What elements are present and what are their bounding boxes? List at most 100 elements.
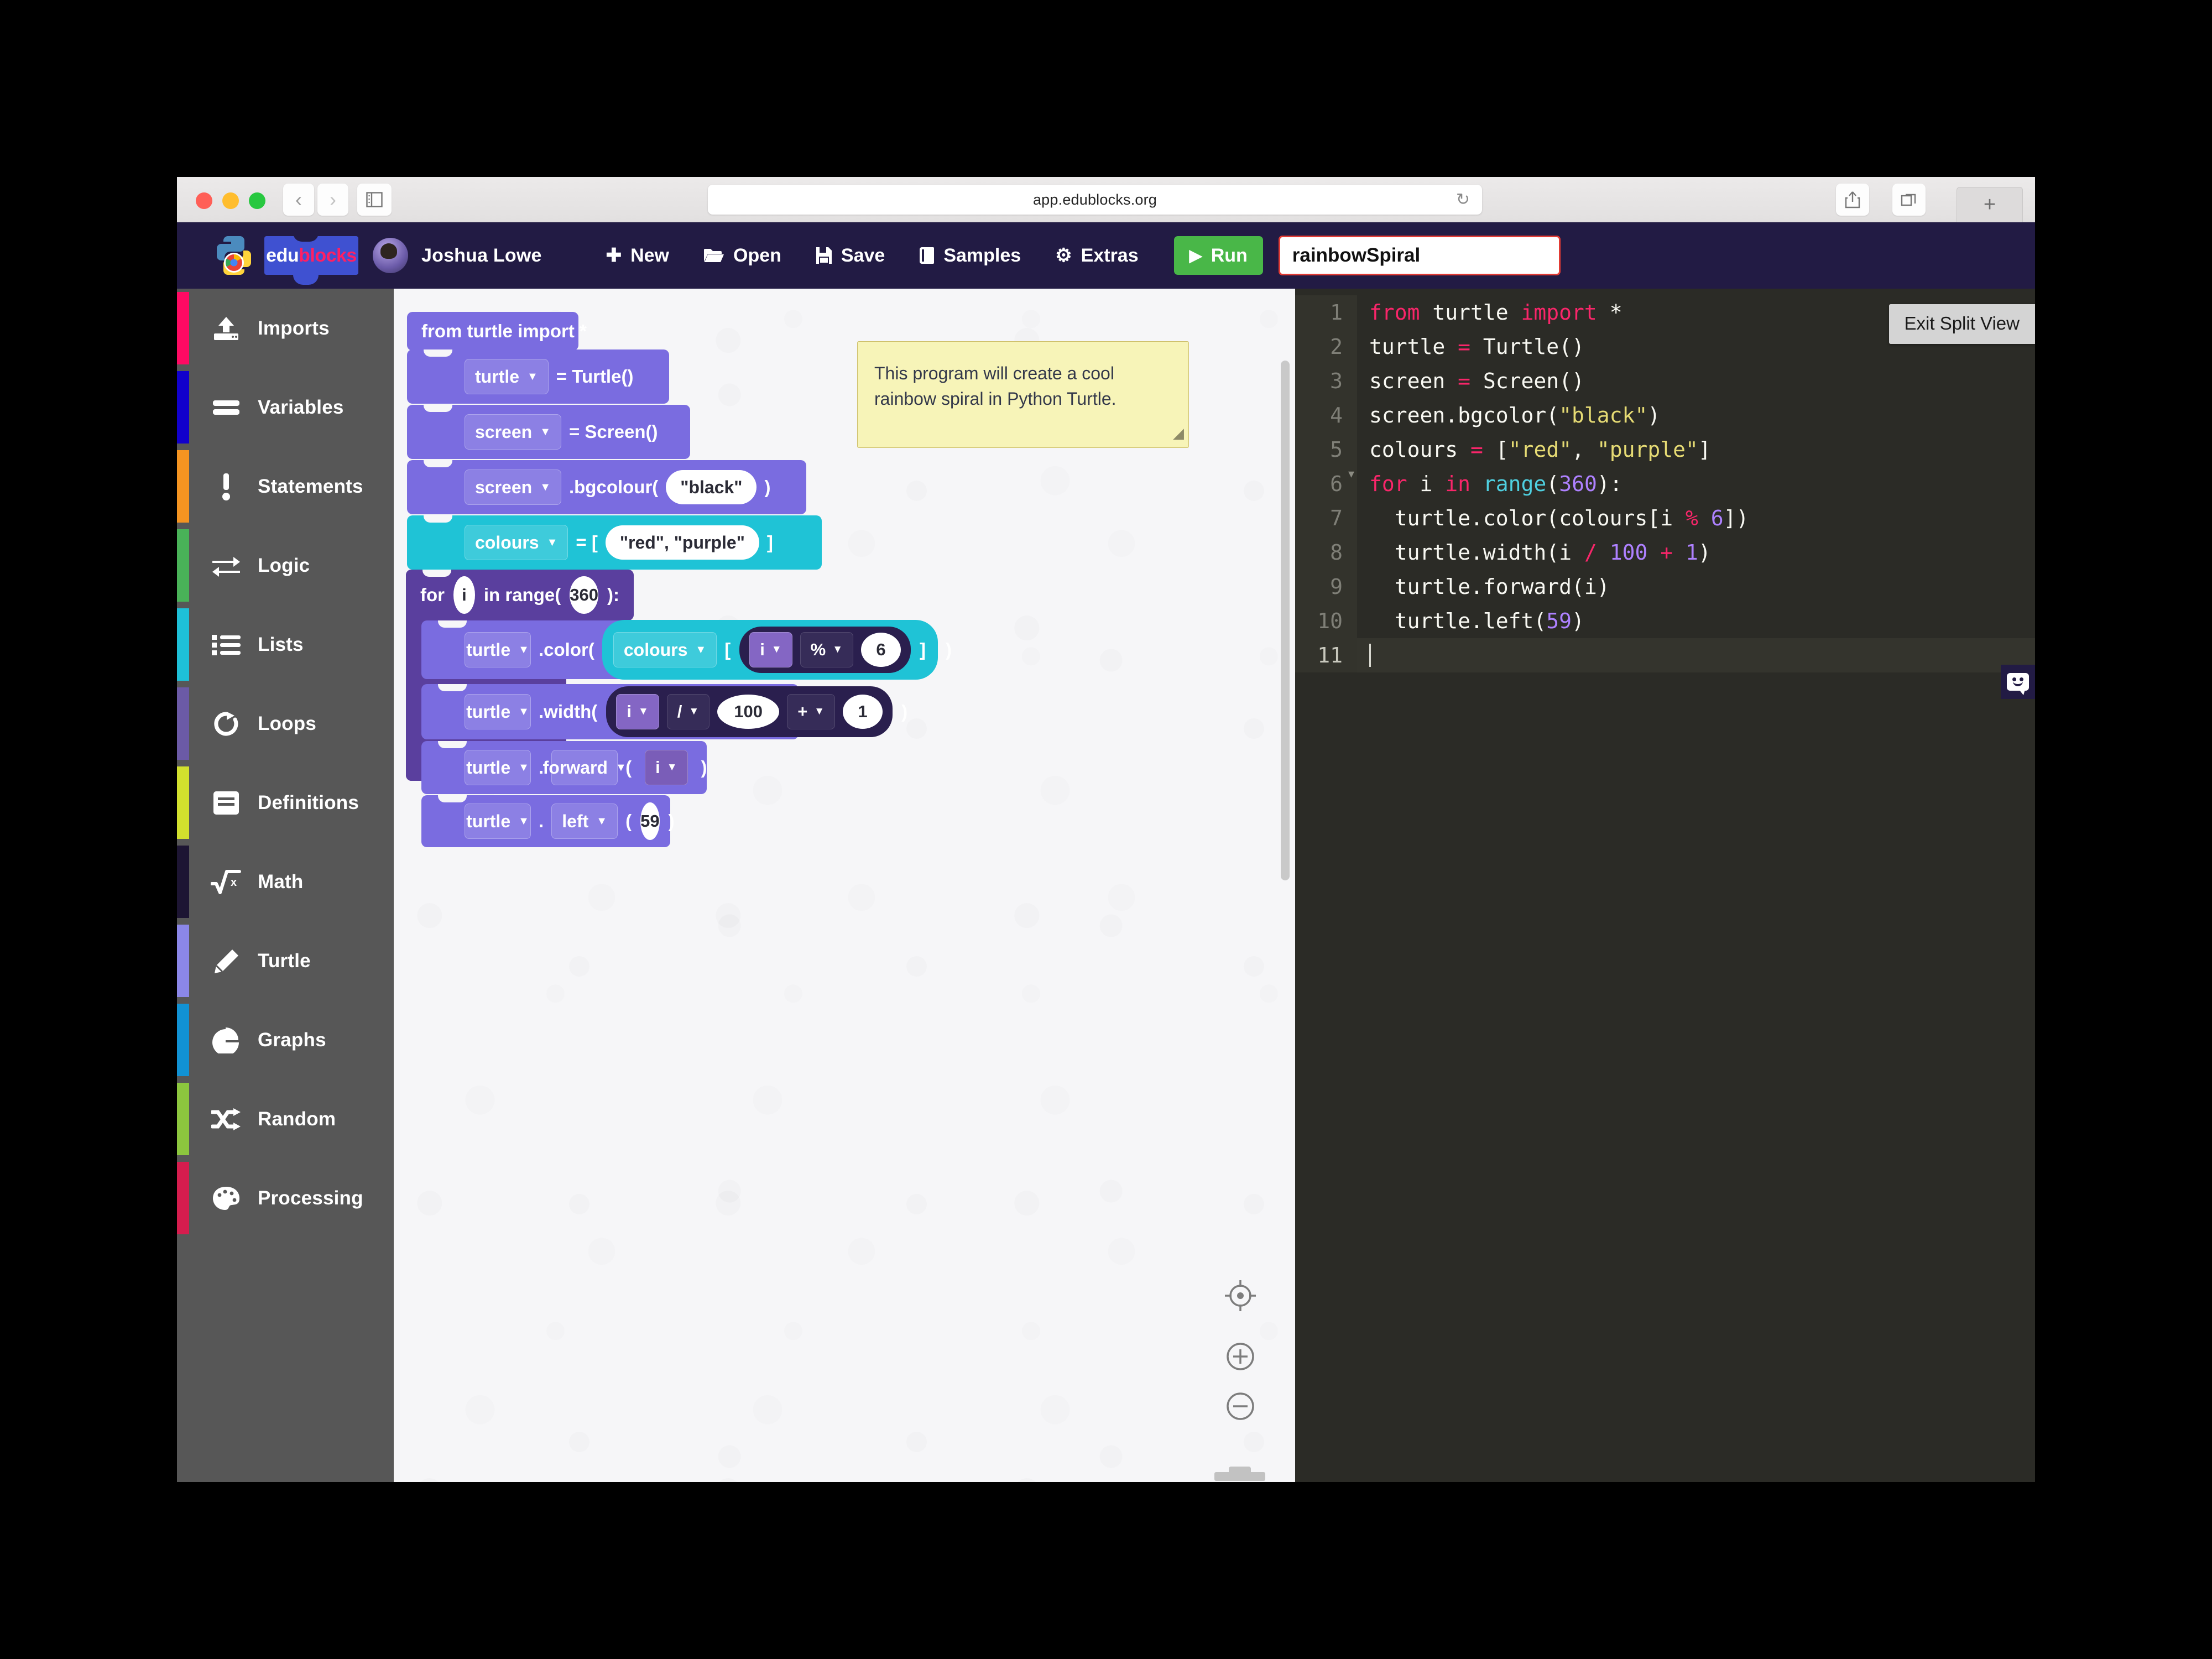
browser-new-tab-button[interactable]: + xyxy=(1957,187,2023,222)
width-math-expression[interactable]: i ▼ / ▼ 100 + ▼ 1 xyxy=(606,686,893,737)
variable-dropdown-screen[interactable]: screen ▼ xyxy=(465,414,561,450)
variable-dropdown-turtle[interactable]: turtle ▼ xyxy=(465,359,549,394)
block-turtle-left[interactable]: turtle ▼ . left ▼ ( 59 ) xyxy=(421,795,670,847)
line-number: 11 xyxy=(1295,638,1357,672)
comment-note[interactable]: This program will create a cool rainbow … xyxy=(857,341,1189,448)
object-name: turtle xyxy=(466,758,510,778)
method-dropdown-forward[interactable]: forward ▼ xyxy=(551,750,618,785)
code-line-active[interactable]: 11 xyxy=(1295,638,2035,672)
menu-item-extras[interactable]: ⚙ Extras xyxy=(1055,245,1138,267)
window-maximize-button[interactable] xyxy=(249,192,265,209)
width-operator-divide[interactable]: / ▼ xyxy=(667,694,709,729)
plus-symbol: + xyxy=(797,702,807,722)
block-turtle-forward[interactable]: turtle ▼ . forward ▼ ( i ▼ ) xyxy=(421,741,707,794)
sidebar-panel-icon xyxy=(366,192,383,207)
sidebar-item-imports[interactable]: Imports xyxy=(177,289,394,368)
avatar[interactable] xyxy=(373,238,408,273)
block-bgcolour[interactable]: screen ▼ .bgcolour( "black" ) xyxy=(407,460,806,514)
object-dropdown-turtle[interactable]: turtle ▼ xyxy=(465,632,531,667)
menu-item-samples[interactable]: Samples xyxy=(919,245,1021,267)
chevron-down-icon: ▼ xyxy=(638,706,649,718)
object-dropdown-turtle[interactable]: turtle ▼ xyxy=(465,804,531,839)
variable-dropdown-colours[interactable]: colours ▼ xyxy=(465,525,568,560)
modulo-number[interactable]: 6 xyxy=(861,633,901,667)
reload-icon[interactable]: ↻ xyxy=(1456,190,1470,210)
brand-zone[interactable]: edublocks Joshua Lowe xyxy=(211,232,542,279)
delete-blocks-trash[interactable] xyxy=(1211,1461,1269,1482)
width-number-1[interactable]: 1 xyxy=(843,695,883,729)
block-turtle-width[interactable]: turtle ▼ .width( i ▼ / ▼ 100 + xyxy=(421,684,799,739)
object-dropdown-turtle[interactable]: turtle ▼ xyxy=(465,694,531,729)
chat-support-button[interactable] xyxy=(2001,665,2035,699)
width-variable[interactable]: i ▼ xyxy=(616,694,659,729)
sidebar-item-graphs[interactable]: Graphs xyxy=(177,1000,394,1079)
block-import[interactable]: from turtle import * xyxy=(407,312,578,351)
sidebar-item-random[interactable]: Random xyxy=(177,1079,394,1159)
menu-item-new[interactable]: ✚ New xyxy=(606,245,669,267)
forward-argument-name: i xyxy=(655,758,660,778)
for-loop-variable[interactable]: i xyxy=(453,576,475,614)
object-dropdown-turtle[interactable]: turtle ▼ xyxy=(465,750,531,785)
browser-sidebar-button[interactable] xyxy=(357,184,392,216)
modulo-expression[interactable]: i ▼ % ▼ 6 xyxy=(739,627,911,673)
colours-value-input[interactable]: "red", "purple" xyxy=(606,525,759,560)
sidebar-item-processing[interactable]: Processing xyxy=(177,1159,394,1238)
blocks-canvas[interactable]: This program will create a cool rainbow … xyxy=(394,289,1295,1482)
filename-input[interactable]: rainbowSpiral xyxy=(1279,236,1561,275)
address-bar[interactable]: app.edublocks.org ↻ xyxy=(708,185,1482,215)
sidebar-item-statements[interactable]: Statements xyxy=(177,447,394,526)
sidebar-item-definitions[interactable]: Definitions xyxy=(177,763,394,842)
forward-argument-capsule[interactable]: i ▼ xyxy=(640,747,692,788)
block-screen-assign[interactable]: screen ▼ = Screen() xyxy=(407,405,690,459)
sidebar-item-turtle[interactable]: Turtle xyxy=(177,921,394,1000)
canvas-scrollbar[interactable] xyxy=(1281,361,1290,880)
run-button[interactable]: ▶ Run xyxy=(1174,236,1263,275)
browser-share-button[interactable] xyxy=(1836,184,1869,216)
window-close-button[interactable] xyxy=(196,192,212,209)
filename-value: rainbowSpiral xyxy=(1292,244,1420,267)
modulo-operator[interactable]: % ▼ xyxy=(800,632,853,667)
resize-handle-icon[interactable]: ◢ xyxy=(1173,423,1184,444)
sidebar-item-math[interactable]: x Math xyxy=(177,842,394,921)
forward-argument-variable[interactable]: i ▼ xyxy=(645,750,687,785)
method-dropdown-left[interactable]: left ▼ xyxy=(551,804,618,839)
zoom-out-button[interactable] xyxy=(1220,1386,1260,1426)
list-index-expression[interactable]: colours ▼ [ i ▼ % ▼ 6 xyxy=(602,620,938,680)
code-editor[interactable]: 1 from turtle import * 2 turtle = Turtle… xyxy=(1295,289,2035,1482)
for-range-value[interactable]: 360 xyxy=(570,576,598,614)
code-fold-marker[interactable]: ▾ xyxy=(1348,467,1354,481)
center-blocks-button[interactable] xyxy=(1220,1276,1260,1316)
sidebar-item-label: Graphs xyxy=(258,1029,326,1051)
window-minimize-button[interactable] xyxy=(222,192,239,209)
list-dropdown-colours[interactable]: colours ▼ xyxy=(613,632,717,667)
menu-item-new-label: New xyxy=(630,245,669,267)
browser-tabs-button[interactable] xyxy=(1892,184,1926,216)
variable-dropdown-screen[interactable]: screen ▼ xyxy=(465,469,561,505)
menu-item-save[interactable]: Save xyxy=(816,245,885,267)
sidebar-item-variables[interactable]: Variables xyxy=(177,368,394,447)
edublocks-logo[interactable]: edublocks xyxy=(264,232,358,279)
sidebar-item-loops[interactable]: Loops xyxy=(177,684,394,763)
browser-forward-button[interactable]: › xyxy=(317,184,348,216)
swap-arrows-icon xyxy=(209,555,243,577)
chevron-down-icon: ▼ xyxy=(540,481,551,494)
browser-back-button[interactable]: ‹ xyxy=(283,184,314,216)
chat-smiley-icon xyxy=(2007,673,2029,691)
bgcolour-value-input[interactable]: "black" xyxy=(666,470,757,504)
zoom-in-button[interactable] xyxy=(1220,1337,1260,1376)
chevron-down-icon: ▼ xyxy=(814,706,825,718)
sidebar-item-lists[interactable]: Lists xyxy=(177,605,394,684)
block-for-header[interactable]: for i in range( 360 ): xyxy=(406,570,634,620)
block-colours-list[interactable]: colours ▼ = [ "red", "purple" ] xyxy=(407,515,822,570)
menu-item-open[interactable]: Open xyxy=(703,245,781,267)
modulo-variable[interactable]: i ▼ xyxy=(749,632,792,667)
block-turtle-assign[interactable]: turtle ▼ = Turtle() xyxy=(407,349,669,404)
left-angle-value[interactable]: 59 xyxy=(640,802,659,840)
width-operator-plus[interactable]: + ▼ xyxy=(787,694,835,729)
line-content: turtle.forward(i) xyxy=(1357,570,1610,604)
sidebar-item-label: Logic xyxy=(258,555,310,577)
sidebar-item-logic[interactable]: Logic xyxy=(177,526,394,605)
width-number-100[interactable]: 100 xyxy=(717,695,779,729)
exit-split-view-button[interactable]: Exit Split View xyxy=(1889,304,2035,344)
block-turtle-color[interactable]: turtle ▼ .color( colours ▼ [ i ▼ xyxy=(421,620,822,679)
